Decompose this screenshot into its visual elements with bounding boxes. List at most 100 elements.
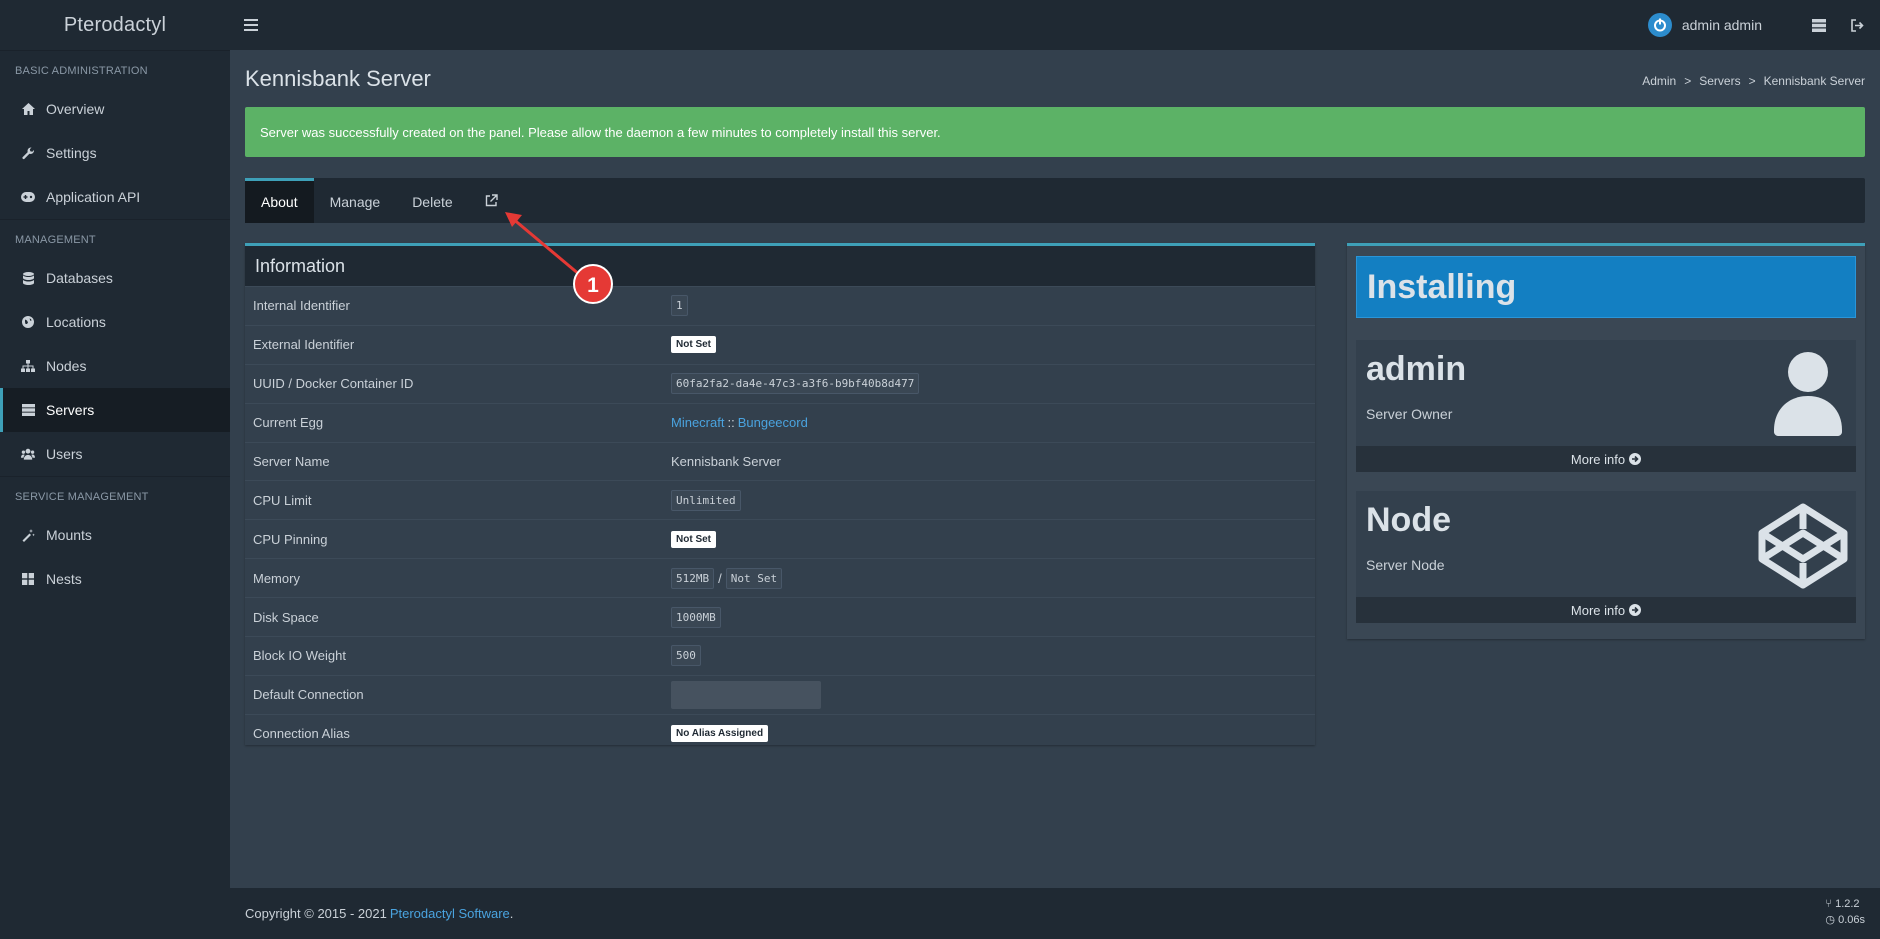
owner-more-info-link[interactable]: More info bbox=[1356, 446, 1856, 472]
sidebar-section-service-management: SERVICE MANAGEMENT bbox=[0, 476, 230, 513]
table-row: Internal Identifier 1 bbox=[245, 286, 1315, 325]
brand-logo[interactable]: Pterodactyl bbox=[0, 0, 230, 50]
gamepad-icon bbox=[21, 190, 35, 204]
row-label: Memory bbox=[253, 570, 300, 586]
internal-identifier-value: 1 bbox=[671, 295, 688, 317]
table-row: External Identifier Not Set bbox=[245, 324, 1315, 364]
logout-icon[interactable] bbox=[1848, 16, 1866, 34]
node-title: Node bbox=[1366, 501, 1451, 539]
home-icon bbox=[21, 102, 35, 116]
code-fork-icon: ⑂ bbox=[1825, 898, 1833, 910]
table-row: Default Connection bbox=[245, 674, 1315, 714]
server-icon bbox=[21, 403, 35, 417]
row-label: Block IO Weight bbox=[253, 648, 346, 664]
magic-icon bbox=[21, 528, 35, 542]
sidebar-item-nodes[interactable]: Nodes bbox=[0, 344, 230, 388]
table-row: Server Name Kennisbank Server bbox=[245, 441, 1315, 481]
database-icon bbox=[21, 271, 35, 285]
version-info: ⑂ 1.2.2 ◷ 0.06s bbox=[1825, 896, 1865, 928]
tab-delete[interactable]: Delete bbox=[396, 178, 468, 223]
sidebar-item-label: Application API bbox=[46, 189, 141, 205]
memory-value: 512MB bbox=[671, 567, 715, 589]
tab-manage[interactable]: Manage bbox=[314, 178, 397, 223]
sidebar-item-mounts[interactable]: Mounts bbox=[0, 513, 230, 557]
external-identifier-badge: Not Set bbox=[671, 336, 716, 354]
breadcrumb-admin[interactable]: Admin bbox=[1642, 74, 1676, 88]
sidebar-item-nests[interactable]: Nests bbox=[0, 557, 230, 601]
row-label: Internal Identifier bbox=[253, 298, 350, 314]
table-row: Connection Alias No Alias Assigned bbox=[245, 713, 1315, 753]
sitemap-icon bbox=[21, 359, 35, 373]
sidebar-item-application-api[interactable]: Application API bbox=[0, 175, 230, 219]
more-info-label: More info bbox=[1570, 451, 1626, 467]
th-large-icon bbox=[21, 572, 35, 586]
render-time: 0.06s bbox=[1838, 914, 1865, 926]
owner-name: admin bbox=[1366, 350, 1467, 388]
node-subtitle: Server Node bbox=[1366, 557, 1445, 573]
sidebar-item-label: Overview bbox=[46, 101, 105, 117]
server-list-icon[interactable] bbox=[1810, 16, 1828, 34]
egg-separator: :: bbox=[727, 415, 735, 431]
codepen-icon bbox=[1758, 503, 1848, 589]
table-row: CPU Limit Unlimited bbox=[245, 480, 1315, 519]
sidebar-item-overview[interactable]: Overview bbox=[0, 87, 230, 131]
user-avatar[interactable] bbox=[1647, 13, 1672, 37]
user-name-link[interactable]: admin admin bbox=[1682, 17, 1762, 33]
users-icon bbox=[21, 447, 35, 461]
row-label: External Identifier bbox=[253, 337, 355, 353]
block-io-value: 500 bbox=[671, 645, 701, 667]
sidebar-item-servers[interactable]: Servers bbox=[0, 388, 230, 432]
page-title: Kennisbank Server bbox=[245, 66, 431, 91]
breadcrumb: Admin > Servers > Kennisbank Server bbox=[1642, 74, 1865, 88]
sidebar-item-label: Locations bbox=[46, 314, 106, 330]
main-content: Kennisbank Server Admin > Servers > Kenn… bbox=[230, 50, 1880, 888]
external-link-icon bbox=[485, 194, 498, 210]
pterodactyl-software-link[interactable]: Pterodactyl Software bbox=[390, 906, 510, 921]
version-number: 1.2.2 bbox=[1835, 898, 1860, 910]
server-name-value: Kennisbank Server bbox=[671, 454, 781, 469]
sidebar-item-users[interactable]: Users bbox=[0, 432, 230, 476]
node-info-box: Node Server Node More info bbox=[1356, 491, 1856, 623]
breadcrumb-servers[interactable]: Servers bbox=[1699, 74, 1740, 88]
tab-about[interactable]: About bbox=[245, 178, 314, 223]
uuid-value: 60fa2fa2-da4e-47c3-a3f6-b9bf40b8d477 bbox=[671, 373, 920, 395]
sidebar-section-basic: BASIC ADMINISTRATION bbox=[0, 50, 230, 87]
wrench-icon bbox=[21, 146, 35, 160]
information-title: Information bbox=[245, 246, 1315, 286]
node-more-info-link[interactable]: More info bbox=[1356, 597, 1856, 623]
row-label: Default Connection bbox=[253, 687, 364, 703]
sidebar-item-label: Nests bbox=[46, 571, 82, 587]
cpu-pinning-badge: Not Set bbox=[671, 530, 716, 548]
breadcrumb-separator: > bbox=[1748, 74, 1756, 88]
top-navbar: Pterodactyl admin admin bbox=[0, 0, 1880, 50]
sidebar-section-management: MANAGEMENT bbox=[0, 219, 230, 256]
owner-info-box: admin Server Owner More info bbox=[1356, 340, 1856, 472]
nest-link[interactable]: Minecraft bbox=[671, 415, 724, 430]
table-row: UUID / Docker Container ID 60fa2fa2-da4e… bbox=[245, 363, 1315, 403]
arrow-circle-right-icon bbox=[1629, 604, 1642, 616]
egg-link[interactable]: Bungeecord bbox=[738, 415, 808, 430]
sidebar-item-databases[interactable]: Databases bbox=[0, 256, 230, 300]
sidebar-item-settings[interactable]: Settings bbox=[0, 131, 230, 175]
sidebar: BASIC ADMINISTRATION Overview Settings A… bbox=[0, 50, 230, 939]
row-label: Disk Space bbox=[253, 609, 319, 625]
table-row: Disk Space 1000MB bbox=[245, 597, 1315, 636]
sidebar-item-locations[interactable]: Locations bbox=[0, 300, 230, 344]
table-row: Block IO Weight 500 bbox=[245, 636, 1315, 675]
disk-space-value: 1000MB bbox=[671, 606, 721, 628]
success-alert: Server was successfully created on the p… bbox=[245, 107, 1865, 157]
owner-subtitle: Server Owner bbox=[1366, 406, 1453, 422]
row-label: Server Name bbox=[253, 454, 330, 469]
sidebar-item-label: Databases bbox=[46, 270, 113, 286]
sidebar-item-label: Settings bbox=[46, 145, 97, 161]
tab-external-link[interactable] bbox=[469, 178, 514, 223]
sidebar-item-label: Mounts bbox=[46, 527, 92, 543]
information-box: Information Internal Identifier 1 Extern… bbox=[245, 243, 1315, 745]
row-label: UUID / Docker Container ID bbox=[253, 376, 414, 392]
connection-alias-badge: No Alias Assigned bbox=[671, 725, 769, 743]
server-tabs: About Manage Delete bbox=[245, 178, 1865, 223]
sidebar-item-label: Nodes bbox=[46, 358, 87, 374]
arrow-circle-right-icon bbox=[1629, 453, 1642, 465]
table-row: Memory 512MB / Not Set bbox=[245, 558, 1315, 597]
sidebar-toggle-icon[interactable] bbox=[244, 0, 260, 50]
